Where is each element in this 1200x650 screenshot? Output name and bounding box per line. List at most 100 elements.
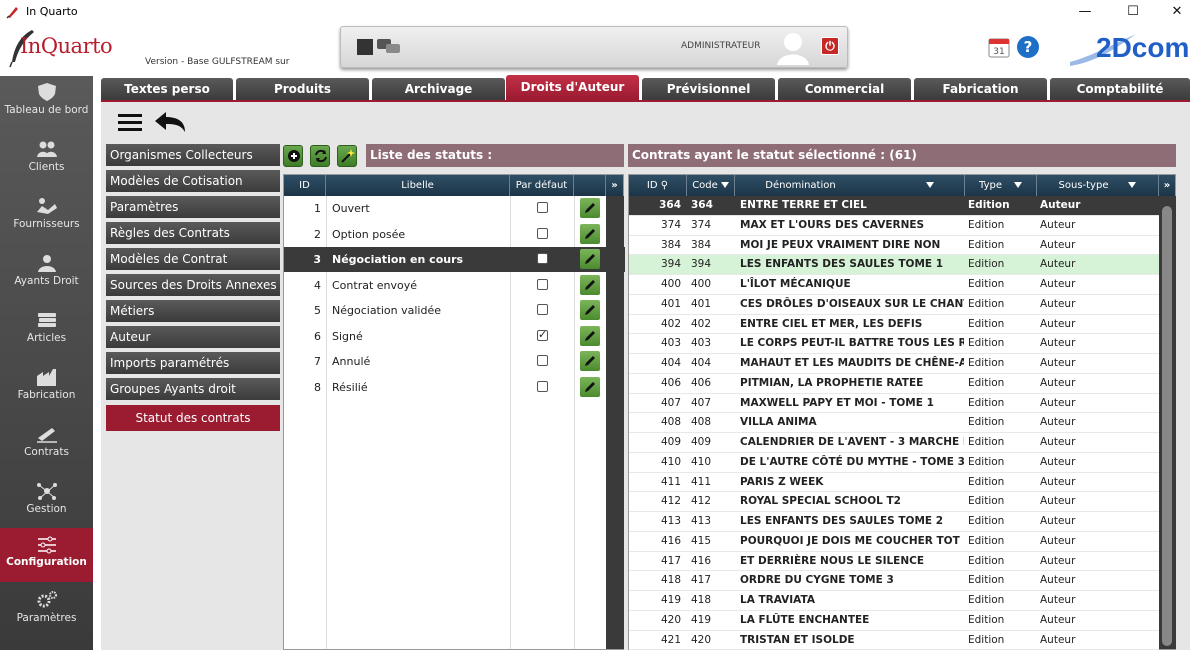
edit-status-button[interactable] [580, 325, 600, 346]
tab-comptabilite[interactable]: Comptabilité [1050, 78, 1190, 100]
status-row[interactable]: 7 Annulé [284, 349, 625, 374]
columns-menu-icon[interactable]: » [1159, 175, 1175, 196]
edit-status-button[interactable] [580, 249, 600, 269]
tab-commercial[interactable]: Commercial [778, 78, 911, 100]
default-checkbox[interactable] [537, 380, 548, 392]
col-header-type[interactable]: Type [965, 175, 1037, 196]
contract-row[interactable]: 416 415 POURQUOI JE DOIS ME COUCHER TOT ? E… [629, 532, 1159, 552]
minimize-button[interactable]: — [1062, 0, 1108, 24]
chat-icon[interactable] [377, 38, 401, 56]
sidebar-item-parametres[interactable]: Paramètres [0, 584, 93, 638]
columns-menu-icon[interactable]: » [606, 175, 623, 196]
refresh-button[interactable] [310, 145, 330, 167]
edit-status-button[interactable] [580, 223, 600, 244]
sidebar-item-ayants-droit[interactable]: Ayants Droit [0, 247, 93, 301]
maximize-button[interactable]: ☐ [1110, 0, 1156, 24]
status-row[interactable]: 8 Résilié [284, 375, 625, 400]
col-header-id[interactable]: ID ⚲ [629, 175, 687, 196]
magic-wand-button[interactable] [337, 145, 357, 167]
col-header-denomination[interactable]: Dénomination [735, 175, 965, 196]
contract-row[interactable]: 409 409 CALENDRIER DE L'AVENT - 3 MARCHE D… [629, 433, 1159, 453]
sidebar-item-gestion[interactable]: Gestion [0, 475, 93, 529]
calendar-icon[interactable]: 31 [988, 36, 1010, 58]
tab-archivage[interactable]: Archivage [372, 78, 505, 100]
back-arrow-icon[interactable] [153, 111, 187, 133]
status-row[interactable]: 3 Négociation en cours [284, 247, 625, 272]
statuts-scrollbar[interactable] [606, 196, 624, 649]
nav-statut-contrats[interactable]: Statut des contrats [106, 405, 280, 431]
contract-row[interactable]: 410 410 DE L'AUTRE CÔTÉ DU MYTHE - TOME 3 … [629, 453, 1159, 473]
contract-row[interactable]: 412 412 ROYAL SPECIAL SCHOOL T2 Edition Aute… [629, 492, 1159, 512]
contract-row[interactable]: 419 418 LA TRAVIATA Edition Auteur [629, 591, 1159, 611]
default-checkbox[interactable] [537, 304, 548, 315]
default-checkbox[interactable] [537, 278, 548, 290]
edit-status-button[interactable] [580, 376, 600, 397]
search-icon[interactable]: ⚲ [661, 180, 668, 191]
contract-row[interactable]: 364 364 ENTRE TERRE ET CIEL Edition Auteur [629, 196, 1159, 216]
edit-status-button[interactable] [580, 351, 600, 371]
col-header-par-defaut[interactable]: Par défaut [510, 175, 574, 196]
contract-row[interactable]: 413 413 LES ENFANTS DES SAULES TOME 2 Editi… [629, 512, 1159, 532]
nav-regles-contrats[interactable]: Règles des Contrats [106, 222, 280, 244]
sidebar-item-tableau-de-bord[interactable]: Tableau de bord [0, 76, 93, 130]
status-row[interactable]: 2 Option posée [284, 222, 625, 247]
sidebar-item-contrats[interactable]: Contrats [0, 418, 93, 472]
filter-icon[interactable] [1013, 182, 1022, 188]
default-checkbox[interactable] [537, 227, 548, 239]
contract-row[interactable]: 394 394 LES ENFANTS DES SAULES TOME 1 Editi… [629, 255, 1159, 275]
contract-row[interactable]: 402 402 ENTRE CIEL ET MER, LES DEFIS Editio… [629, 315, 1159, 335]
default-checkbox[interactable] [537, 328, 548, 341]
tab-droits-auteur[interactable]: Droits d'Auteur [506, 75, 639, 100]
edit-status-button[interactable] [580, 300, 600, 320]
sidebar-item-configuration[interactable]: Configuration [0, 528, 93, 582]
col-header-libelle[interactable]: Libelle [326, 175, 510, 196]
contract-row[interactable]: 407 407 MAXWELL PAPY ET MOI - TOME 1 Editio… [629, 394, 1159, 414]
col-header-code[interactable]: Code [687, 175, 735, 196]
nav-imports-parametres[interactable]: Imports paramétrés [106, 352, 280, 374]
contract-row[interactable]: 420 419 LA FLÛTE ENCHANTEE Edition Auteur [629, 611, 1159, 631]
default-checkbox[interactable] [537, 202, 548, 213]
status-row[interactable]: 5 Négociation validée [284, 298, 625, 323]
nav-parametres[interactable]: Paramètres [106, 196, 280, 218]
nav-modeles-cotisation[interactable]: Modèles de Cotisation [106, 170, 280, 192]
nav-sources-droits-annexes[interactable]: Sources des Droits Annexes [106, 274, 280, 296]
status-row[interactable]: 4 Contrat envoyé [284, 273, 625, 298]
contract-row[interactable]: 417 416 ET DERRIÈRE NOUS LE SILENCE Edition… [629, 552, 1159, 572]
sidebar-item-fabrication[interactable]: Fabrication [0, 361, 93, 415]
menu-icon[interactable] [117, 111, 143, 133]
col-header-sous-type[interactable]: Sous-type [1037, 175, 1159, 196]
contract-row[interactable]: 421 420 TRISTAN ET ISOLDE Edition Auteur [629, 631, 1159, 650]
col-header-id[interactable]: ID [284, 175, 326, 196]
filter-icon[interactable] [1128, 182, 1137, 188]
contract-row[interactable]: 406 406 PITMIAN, LA PROPHETIE RATEE Edition… [629, 374, 1159, 394]
add-status-button[interactable] [283, 145, 303, 167]
help-icon[interactable]: ? [1017, 36, 1039, 58]
filter-icon[interactable] [720, 182, 729, 188]
nav-modeles-contrat[interactable]: Modèles de Contrat [106, 248, 280, 270]
edit-status-button[interactable] [580, 274, 600, 295]
contract-row[interactable]: 401 401 CES DRÔLES D'OISEAUX SUR LE CHANTI… [629, 295, 1159, 315]
contract-row[interactable]: 400 400 L'ÎLOT MÉCANIQUE Edition Auteur [629, 275, 1159, 295]
contract-row[interactable]: 404 404 MAHAUT ET LES MAUDITS DE CHÊNE-AU-… [629, 354, 1159, 374]
tab-produits[interactable]: Produits [236, 78, 369, 100]
nav-groupes-ayants-droit[interactable]: Groupes Ayants droit [106, 378, 280, 400]
sidebar-item-articles[interactable]: Articles [0, 304, 93, 358]
nav-organismes-collecteurs[interactable]: Organismes Collecteurs [106, 144, 280, 166]
default-checkbox[interactable] [537, 253, 548, 264]
scrollbar-thumb[interactable] [1162, 206, 1172, 646]
contract-row[interactable]: 411 411 PARIS Z WEEK Edition Auteur [629, 473, 1159, 493]
power-icon[interactable]: ⏻ [821, 37, 839, 55]
filter-icon[interactable] [925, 182, 934, 188]
contract-row[interactable]: 408 408 VILLA ANIMA Edition Auteur [629, 413, 1159, 433]
tab-previsionnel[interactable]: Prévisionnel [642, 78, 775, 100]
edit-status-button[interactable] [580, 198, 600, 218]
sidebar-item-fournisseurs[interactable]: Fournisseurs [0, 190, 93, 244]
status-row[interactable]: 6 Signé [284, 324, 625, 349]
tab-fabrication[interactable]: Fabrication [914, 78, 1047, 100]
default-checkbox[interactable] [537, 355, 548, 366]
nav-metiers[interactable]: Métiers [106, 300, 280, 322]
close-button[interactable]: ✕ [1154, 0, 1200, 24]
contract-row[interactable]: 384 384 MOI JE PEUX VRAIMENT DIRE NON Editi… [629, 236, 1159, 256]
sidebar-item-clients[interactable]: Clients [0, 133, 93, 187]
avatar-icon[interactable] [777, 31, 809, 65]
